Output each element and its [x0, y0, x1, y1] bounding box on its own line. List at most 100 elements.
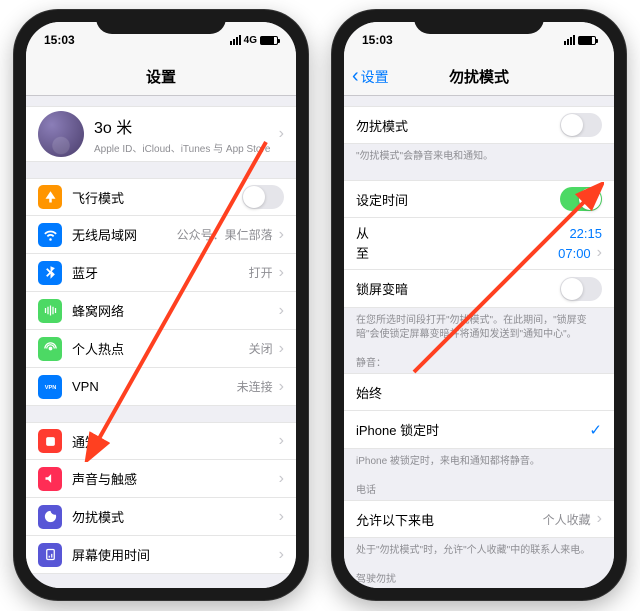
phone-left: 15:03 4G 设置 3o 米 Apple ID、iCloud、iTunes … — [14, 10, 308, 600]
cell-detail: 公众号：果仁部落 — [177, 226, 273, 243]
chevron-right-icon: › — [597, 511, 602, 527]
schedule-cell[interactable]: 设定时间 — [344, 180, 614, 218]
clock: 15:03 — [362, 33, 393, 47]
cell-airplane[interactable]: 飞行模式 — [26, 178, 296, 216]
chevron-right-icon: › — [279, 471, 284, 487]
chevron-right-icon: › — [279, 265, 284, 281]
network-label: 4G — [244, 35, 257, 46]
cell-label: 允许以下来电 — [356, 510, 543, 529]
cell-label: 蜂窝网络 — [72, 301, 279, 320]
chevron-right-icon: › — [279, 341, 284, 357]
cell-label: 设定时间 — [356, 190, 560, 209]
schedule-toggle[interactable] — [560, 187, 602, 211]
allow-note: 处于"勿扰模式"时，允许"个人收藏"中的联系人来电。 — [344, 538, 614, 558]
screentime-icon — [38, 543, 62, 567]
notif-icon — [38, 429, 62, 453]
cell-detail: 打开 — [249, 264, 273, 281]
cell-vpn[interactable]: VPN VPN 未连接 › — [26, 368, 296, 406]
to-time: 07:00 — [558, 244, 591, 264]
cell-hotspot[interactable]: 个人热点 关闭 › — [26, 330, 296, 368]
dnd-note: "勿扰模式"会静音来电和通知。 — [344, 144, 614, 164]
dim-toggle[interactable] — [560, 277, 602, 301]
from-label: 从 — [356, 224, 369, 244]
cell-label: 通知 — [72, 432, 279, 451]
drive-header: 驾驶勿扰 — [344, 558, 614, 588]
cell-label: 无线局域网 — [72, 225, 177, 244]
page-title: 设置 — [146, 66, 176, 87]
chevron-right-icon: › — [279, 303, 284, 319]
dnd-toggle[interactable] — [560, 113, 602, 137]
cell-wifi[interactable]: 无线局域网 公众号：果仁部落 › — [26, 216, 296, 254]
chevron-right-icon: › — [279, 433, 284, 449]
notch — [96, 10, 226, 34]
battery-icon — [260, 36, 278, 45]
content[interactable]: 3o 米 Apple ID、iCloud、iTunes 与 App Store … — [26, 96, 296, 588]
user-sub: Apple ID、iCloud、iTunes 与 App Store — [94, 140, 279, 155]
cell-label: 蓝牙 — [72, 263, 249, 282]
chevron-right-icon: › — [597, 245, 602, 261]
check-icon: ✓ — [589, 421, 602, 439]
bluetooth-icon — [38, 261, 62, 285]
cell-label: 锁屏变暗 — [356, 279, 560, 298]
allow-cell[interactable]: 允许以下来电 个人收藏 › — [344, 500, 614, 538]
to-label: 至 — [356, 244, 369, 264]
toggle[interactable] — [242, 185, 284, 209]
cell-label: iPhone 锁定时 — [356, 420, 589, 439]
cell-cellular[interactable]: 蜂窝网络 › — [26, 292, 296, 330]
phone-right: 15:03 ‹ 设置 勿扰模式 勿扰模式 "勿扰模式"会静音来电和通知。 — [332, 10, 626, 600]
cell-label: VPN — [72, 379, 237, 394]
signal-icon — [564, 35, 575, 45]
back-button[interactable]: ‹ 设置 — [352, 65, 389, 88]
nav-bar: 设置 — [26, 58, 296, 96]
page-title: 勿扰模式 — [449, 66, 509, 87]
user-name: 3o 米 — [94, 114, 279, 138]
cellular-icon — [38, 299, 62, 323]
silence-header: 静音： — [344, 342, 614, 373]
dnd-icon — [38, 505, 62, 529]
content[interactable]: 勿扰模式 "勿扰模式"会静音来电和通知。 设定时间 从 22:15 至 07:00 ›… — [344, 96, 614, 588]
wifi-icon — [38, 223, 62, 247]
airplane-icon — [38, 185, 62, 209]
cell-screentime[interactable]: 屏幕使用时间 › — [26, 536, 296, 574]
chevron-right-icon: › — [279, 547, 284, 563]
dnd-cell[interactable]: 勿扰模式 — [344, 106, 614, 144]
time-cell[interactable]: 从 22:15 至 07:00 › — [344, 218, 614, 270]
from-time: 22:15 — [569, 224, 602, 244]
signal-icon — [230, 35, 241, 45]
cell-label: 飞行模式 — [72, 188, 242, 207]
svg-text:VPN: VPN — [44, 385, 56, 391]
cell-dnd[interactable]: 勿扰模式 › — [26, 498, 296, 536]
avatar — [38, 111, 84, 157]
cell-label: 勿扰模式 — [356, 116, 560, 135]
chevron-right-icon: › — [279, 126, 284, 142]
cell-sound[interactable]: 声音与触感 › — [26, 460, 296, 498]
cell-label: 始终 — [356, 383, 602, 402]
always-cell[interactable]: 始终 — [344, 373, 614, 411]
hotspot-icon — [38, 337, 62, 361]
screen-right: 15:03 ‹ 设置 勿扰模式 勿扰模式 "勿扰模式"会静音来电和通知。 — [344, 22, 614, 588]
dim-cell[interactable]: 锁屏变暗 — [344, 270, 614, 308]
screen-left: 15:03 4G 设置 3o 米 Apple ID、iCloud、iTunes … — [26, 22, 296, 588]
vpn-icon: VPN — [38, 375, 62, 399]
nav-bar: ‹ 设置 勿扰模式 — [344, 58, 614, 96]
cell-notif[interactable]: 通知 › — [26, 422, 296, 460]
notch — [414, 10, 544, 34]
apple-id-cell[interactable]: 3o 米 Apple ID、iCloud、iTunes 与 App Store … — [26, 106, 296, 162]
cell-label: 屏幕使用时间 — [72, 545, 279, 564]
cell-label: 个人热点 — [72, 339, 249, 358]
cell-label: 勿扰模式 — [72, 507, 279, 526]
clock: 15:03 — [44, 33, 75, 47]
cell-bluetooth[interactable]: 蓝牙 打开 › — [26, 254, 296, 292]
phone-header: 电话 — [344, 469, 614, 500]
sound-icon — [38, 467, 62, 491]
battery-icon — [578, 36, 596, 45]
allow-detail: 个人收藏 — [543, 511, 591, 528]
chevron-right-icon: › — [279, 379, 284, 395]
cell-detail: 关闭 — [249, 340, 273, 357]
locked-cell[interactable]: iPhone 锁定时 ✓ — [344, 411, 614, 449]
cell-detail: 未连接 — [237, 378, 273, 395]
chevron-right-icon: › — [279, 509, 284, 525]
chevron-right-icon: › — [279, 227, 284, 243]
cell-label: 声音与触感 — [72, 469, 279, 488]
chevron-left-icon: ‹ — [352, 65, 359, 88]
